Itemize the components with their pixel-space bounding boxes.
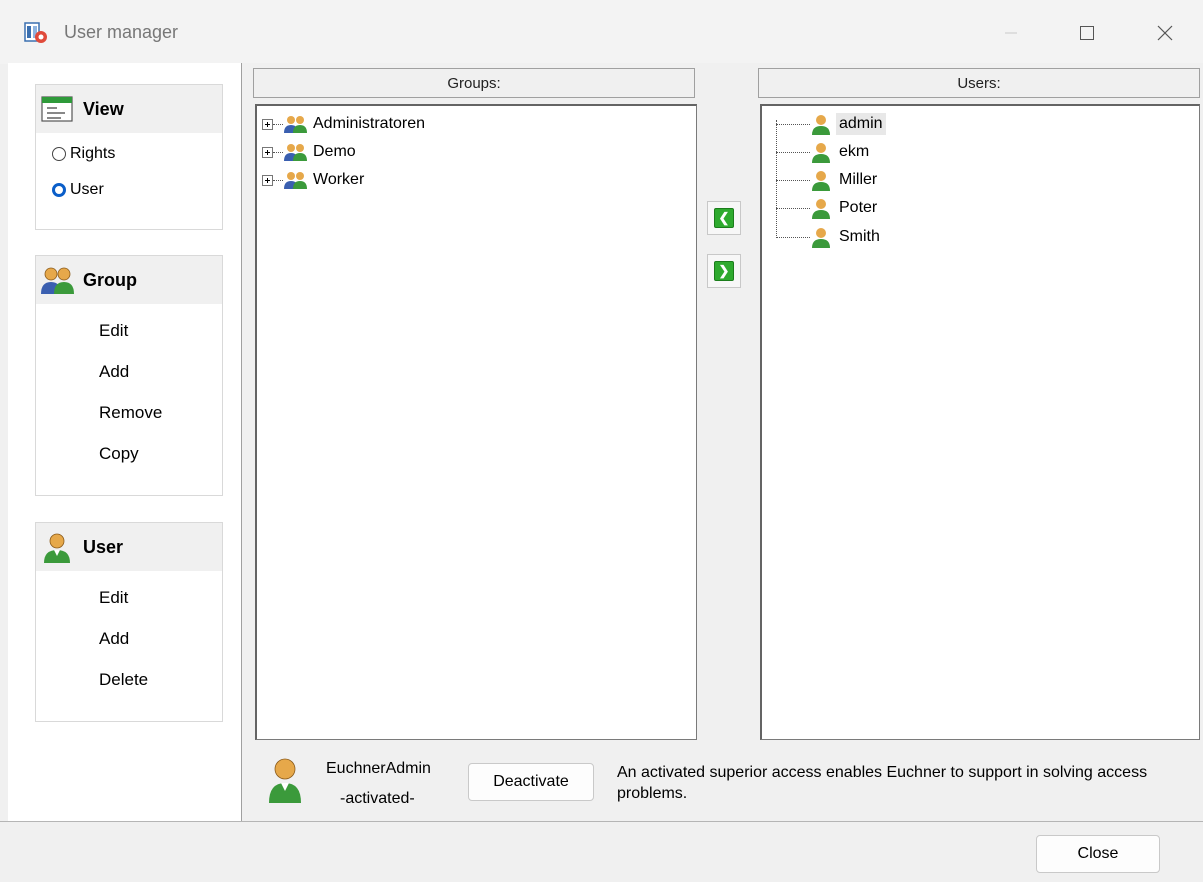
tree-connector [776, 207, 810, 209]
expand-icon[interactable] [262, 146, 273, 158]
user-add-link[interactable]: Add [36, 618, 222, 659]
tree-connector [776, 236, 810, 238]
group-users-icon [41, 267, 74, 294]
user-icon [812, 143, 830, 163]
radio-rights-indicator[interactable] [52, 147, 66, 161]
user-row[interactable]: Poter [776, 194, 877, 222]
user-row[interactable]: Miller [776, 166, 877, 194]
user-section-title: User [83, 536, 124, 557]
user-icon [812, 199, 830, 219]
group-icon [284, 144, 307, 161]
user-name-selected: admin [836, 113, 886, 135]
view-window-icon [41, 96, 73, 122]
expand-icon[interactable] [262, 118, 273, 130]
group-section: Group Edit Add Remove Copy [35, 255, 223, 496]
user-row[interactable]: Smith [776, 223, 880, 251]
group-name: Administratoren [313, 115, 426, 132]
group-name: Worker [313, 171, 365, 188]
tree-connector [273, 123, 283, 125]
main-area: Groups: Administratoren Demo Worker ❮ ❯ … [242, 63, 1203, 821]
tree-item-group[interactable]: Administratoren [262, 110, 425, 138]
view-section-title: View [83, 98, 124, 119]
groups-header[interactable]: Groups: [253, 68, 695, 98]
group-remove-link[interactable]: Remove [36, 392, 222, 433]
user-name: ekm [839, 143, 870, 160]
user-section: User Edit Add Delete [35, 522, 223, 722]
close-icon [1157, 25, 1173, 41]
tree-connector [776, 151, 810, 153]
users-header[interactable]: Users: [758, 68, 1200, 98]
superior-access-name: EuchnerAdmin [326, 760, 431, 777]
move-left-button[interactable]: ❮ [707, 201, 741, 235]
title-bar: User manager [0, 0, 1203, 64]
user-row[interactable]: ekm [776, 138, 869, 166]
superior-access-status: -activated- [340, 790, 415, 807]
arrow-right-icon: ❯ [714, 261, 734, 281]
group-section-title: Group [83, 269, 137, 290]
user-icon [812, 171, 830, 191]
tree-connector [776, 123, 810, 125]
radio-user-label: User [70, 181, 104, 198]
user-row[interactable]: admin [776, 110, 886, 138]
minimize-button[interactable] [988, 16, 1034, 50]
user-icon [812, 115, 830, 135]
tree-connector [273, 151, 283, 153]
minimize-icon [1005, 32, 1017, 34]
group-icon [284, 172, 307, 189]
view-section: View Rights User [35, 84, 223, 230]
tree-connector [273, 179, 283, 181]
group-copy-link[interactable]: Copy [36, 433, 222, 474]
user-name: Poter [839, 199, 878, 216]
maximize-button[interactable] [1064, 16, 1110, 50]
superior-user-icon [269, 758, 301, 803]
group-section-header: Group [36, 256, 222, 304]
user-manager-window: User manager View Rights User Group Edit… [0, 0, 1203, 882]
user-name: Miller [839, 171, 878, 188]
footer-bar: Close [0, 821, 1203, 882]
deactivate-button[interactable]: Deactivate [468, 763, 594, 801]
close-button[interactable]: Close [1036, 835, 1160, 873]
navigation-pane: View Rights User Group Edit Add Remove C… [8, 63, 242, 821]
user-icon [812, 228, 830, 248]
user-icon [44, 533, 70, 563]
radio-user[interactable]: User [36, 177, 222, 203]
group-edit-link[interactable]: Edit [36, 310, 222, 351]
radio-rights-label: Rights [70, 145, 116, 162]
user-name: Smith [839, 228, 880, 245]
radio-user-indicator[interactable] [52, 183, 66, 197]
radio-rights[interactable]: Rights [36, 141, 222, 167]
users-tree[interactable]: admin ekm Miller Poter Smith [760, 104, 1200, 740]
user-section-header: User [36, 523, 222, 571]
window-close-button[interactable] [1142, 16, 1188, 50]
view-section-header: View [36, 85, 222, 133]
move-right-button[interactable]: ❯ [707, 254, 741, 288]
group-name: Demo [313, 143, 356, 160]
tree-item-group[interactable]: Demo [262, 138, 356, 166]
tree-connector [776, 179, 810, 181]
groups-tree[interactable]: Administratoren Demo Worker [255, 104, 697, 740]
arrow-left-icon: ❮ [714, 208, 734, 228]
user-manager-app-icon [24, 22, 47, 43]
user-edit-link[interactable]: Edit [36, 577, 222, 618]
group-add-link[interactable]: Add [36, 351, 222, 392]
maximize-icon [1080, 26, 1094, 40]
tree-item-group[interactable]: Worker [262, 166, 364, 194]
user-delete-link[interactable]: Delete [36, 659, 222, 700]
window-title: User manager [64, 22, 179, 42]
group-icon [284, 116, 307, 133]
superior-access-description: An activated superior access enables Euc… [617, 764, 1148, 802]
expand-icon[interactable] [262, 174, 273, 186]
